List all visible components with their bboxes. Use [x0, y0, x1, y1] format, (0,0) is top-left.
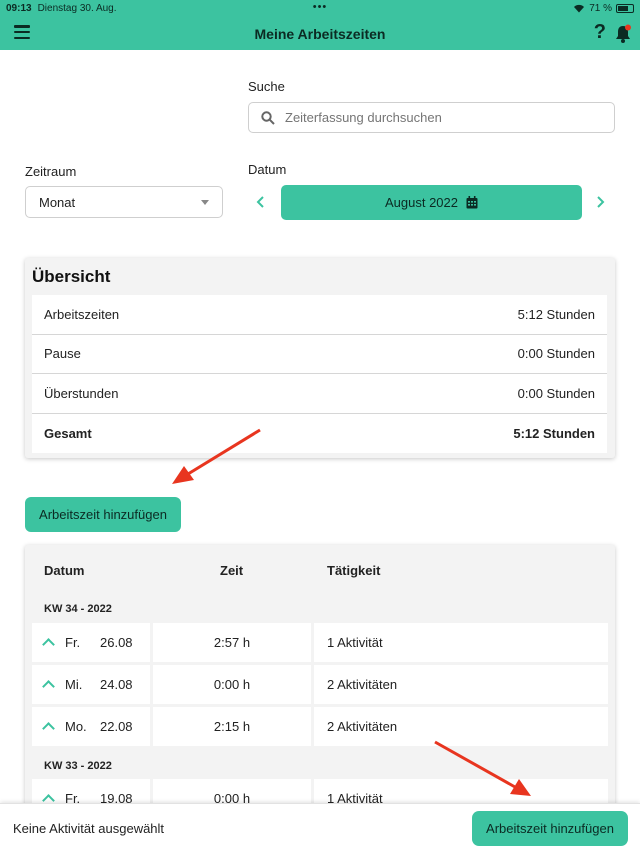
selection-status: Keine Aktivität ausgewählt: [13, 821, 165, 836]
date-value: 22.08: [100, 719, 133, 734]
search-label: Suche: [248, 79, 285, 94]
overview-row-overtime: Überstunden 0:00 Stunden: [32, 374, 607, 414]
menu-icon[interactable]: [14, 25, 30, 39]
weekday: Fr.: [65, 635, 81, 650]
column-header-date: Datum: [44, 563, 85, 578]
add-worktime-bottom-button[interactable]: Arbeitszeit hinzufügen: [472, 811, 628, 846]
week-header: KW 33 - 2022: [44, 760, 112, 772]
date-label: Datum: [248, 162, 287, 177]
app-root: 09:13 Dienstag 30. Aug. ••• 71 % Meine A…: [0, 0, 640, 853]
period-label: Zeitraum: [25, 164, 77, 179]
overview-label: Arbeitszeiten: [44, 306, 120, 322]
battery-percent: 71 %: [589, 3, 612, 14]
search-input[interactable]: [285, 110, 585, 125]
date-value: 24.08: [100, 677, 133, 692]
battery-icon: [616, 4, 634, 13]
month-value: August 2022: [384, 195, 458, 210]
chevron-up-icon[interactable]: [42, 680, 55, 693]
activity-cell: 2 Aktivitäten: [314, 707, 608, 746]
activity-cell: 1 Aktivität: [314, 623, 608, 662]
time-cell: 2:15 h: [153, 707, 311, 746]
time-cell: 0:00 h: [153, 665, 311, 704]
table-row[interactable]: Mi. 24.08 0:00 h 2 Aktivitäten: [32, 665, 608, 704]
time-cell: 2:57 h: [153, 623, 311, 662]
status-date: Dienstag 30. Aug.: [37, 3, 117, 14]
chevron-up-icon[interactable]: [42, 722, 55, 735]
chevron-up-icon[interactable]: [42, 638, 55, 651]
overview-value: 5:12 Stunden: [517, 306, 595, 322]
help-icon[interactable]: ?: [594, 21, 606, 44]
date-value: 26.08: [100, 635, 133, 650]
period-select[interactable]: Monat: [25, 186, 223, 218]
search-field[interactable]: [248, 102, 615, 133]
overview-value: 0:00 Stunden: [517, 346, 595, 362]
overview-label: Überstunden: [44, 385, 119, 401]
date-cell: Mi. 24.08: [32, 665, 150, 704]
column-header-activity: Tätigkeit: [327, 563, 381, 578]
table-row[interactable]: Mo. 22.08 2:15 h 2 Aktivitäten: [32, 707, 608, 746]
period-value: Monat: [39, 194, 76, 210]
bottom-action-bar: Keine Aktivität ausgewählt Arbeitszeit h…: [0, 803, 640, 853]
overview-label: Pause: [44, 346, 81, 362]
column-header-time: Zeit: [220, 563, 244, 578]
chevron-left-icon[interactable]: [254, 192, 266, 212]
overview-value: 0:00 Stunden: [517, 385, 595, 401]
week-header: KW 34 - 2022: [44, 603, 112, 615]
overview-title: Übersicht: [32, 267, 111, 286]
page-title: Meine Arbeitszeiten: [254, 25, 386, 42]
table-row[interactable]: Fr. 26.08 2:57 h 1 Aktivität: [32, 623, 608, 662]
multitask-dots-icon[interactable]: •••: [313, 1, 328, 13]
overview-label: Gesamt: [44, 425, 92, 441]
chevron-right-icon[interactable]: [595, 192, 607, 212]
overview-row-pause: Pause 0:00 Stunden: [32, 335, 607, 374]
dropdown-caret-icon: [201, 199, 209, 205]
overview-row-worktime: Arbeitszeiten 5:12 Stunden: [32, 295, 607, 335]
overview-value: 5:12 Stunden: [513, 425, 595, 441]
date-cell: Fr. 26.08: [32, 623, 150, 662]
activity-cell: 2 Aktivitäten: [314, 665, 608, 704]
month-picker-button[interactable]: August 2022: [281, 185, 582, 220]
status-right: 71 %: [573, 3, 634, 14]
date-cell: Mo. 22.08: [32, 707, 150, 746]
weekday: Mi.: [65, 677, 83, 692]
status-time: 09:13: [6, 3, 32, 14]
app-header: Meine Arbeitszeiten ?: [0, 17, 640, 50]
overview-rows: Arbeitszeiten 5:12 Stunden Pause 0:00 St…: [32, 295, 607, 453]
status-bar: 09:13 Dienstag 30. Aug. ••• 71 %: [0, 0, 640, 17]
bell-icon[interactable]: [614, 24, 632, 44]
wifi-icon: [574, 4, 585, 13]
add-worktime-button[interactable]: Arbeitszeit hinzufügen: [25, 497, 181, 532]
search-icon: [261, 110, 275, 125]
weekday: Mo.: [65, 719, 87, 734]
overview-row-total: Gesamt 5:12 Stunden: [32, 414, 607, 454]
calendar-icon: [466, 196, 478, 209]
